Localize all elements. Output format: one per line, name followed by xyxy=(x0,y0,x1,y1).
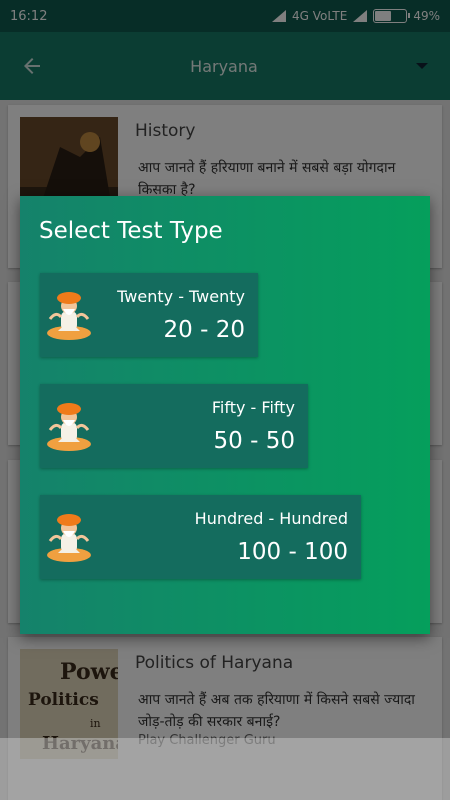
yogi-icon xyxy=(47,403,91,451)
option-label: Twenty - Twenty xyxy=(117,287,245,306)
option-fifty-fifty[interactable]: Fifty - Fifty 50 - 50 xyxy=(40,384,308,468)
option-label: Fifty - Fifty xyxy=(211,398,295,417)
select-test-type-dialog: Select Test Type Twenty - Twenty 20 - 20… xyxy=(20,196,430,634)
option-hundred-hundred[interactable]: Hundred - Hundred 100 - 100 xyxy=(40,495,361,579)
option-value: 20 - 20 xyxy=(163,317,245,343)
yogi-icon xyxy=(47,292,91,340)
dialog-title: Select Test Type xyxy=(39,218,223,244)
yogi-icon xyxy=(47,514,91,562)
option-value: 100 - 100 xyxy=(237,539,348,565)
option-label: Hundred - Hundred xyxy=(194,509,348,528)
option-value: 50 - 50 xyxy=(213,428,295,454)
option-twenty-twenty[interactable]: Twenty - Twenty 20 - 20 xyxy=(40,273,258,357)
bottom-shade xyxy=(0,738,450,800)
